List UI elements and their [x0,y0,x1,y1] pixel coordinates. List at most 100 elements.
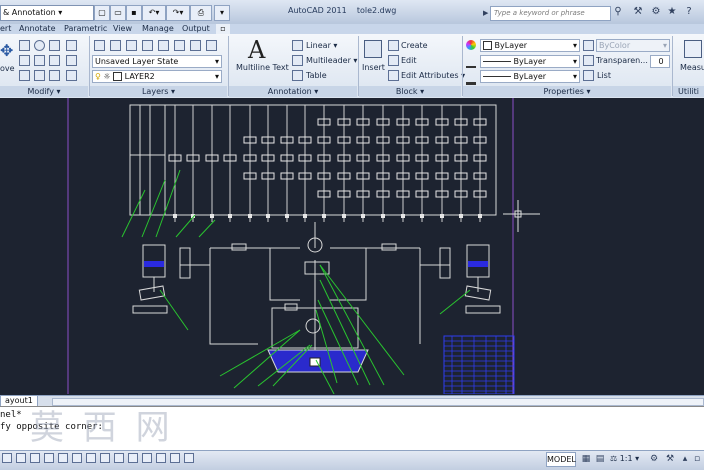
object-snap-tracking-icon[interactable] [100,453,110,463]
edit-block-button[interactable]: Edit [401,56,417,65]
search-icon[interactable]: ⚲ [612,6,624,18]
fillet-icon[interactable] [49,55,60,66]
create-block-icon[interactable] [388,40,399,51]
tab-insert[interactable]: ert [0,24,11,34]
linetype-icon[interactable] [466,56,476,68]
panel-title-utilities[interactable]: Utiliti [673,86,704,97]
dynamic-ucs-icon[interactable] [114,453,124,463]
panel-title-block[interactable]: Block ▾ [359,86,461,97]
rotate-icon[interactable] [19,40,30,51]
transparency-label[interactable]: Transparen... [596,56,648,65]
multileader-icon[interactable] [292,55,303,66]
multiline-text-icon[interactable]: A [248,36,265,64]
workspace-switching-icon[interactable]: ⚒ [664,453,676,465]
tab-parametric[interactable]: Parametric [64,24,107,34]
transparency-icon[interactable] [156,453,166,463]
layer-previous-icon[interactable] [206,40,217,51]
help-icon[interactable]: ? [683,6,695,18]
edit-block-icon[interactable] [388,55,399,66]
ortho-mode-icon[interactable] [44,453,54,463]
workspace-dropdown[interactable]: & Annotation ▾ [0,5,94,21]
redo-icon[interactable]: ↷▾ [166,5,190,21]
mirror-icon[interactable] [34,55,45,66]
erase-icon[interactable] [49,40,60,51]
undo-icon[interactable]: ↶▾ [142,5,166,21]
panel-title-layers[interactable]: Layers ▾ [90,86,227,97]
lineweight-icon[interactable] [142,453,152,463]
3d-object-snap-icon[interactable] [86,453,96,463]
search-input[interactable]: Type a keyword or phrase [490,6,611,21]
lineweight-icon[interactable] [466,72,476,85]
multiline-text-button[interactable]: Multiline Text [236,63,289,72]
color-dropdown[interactable]: ByLayer ▾ [480,39,580,52]
explode-icon[interactable] [66,40,77,51]
layer-properties-icon[interactable] [94,40,105,51]
quick-properties-icon[interactable] [170,453,180,463]
plot-icon[interactable]: ⎙ [190,5,212,21]
linear-dimension-icon[interactable] [292,40,303,51]
selection-cycling-icon[interactable] [184,453,194,463]
polar-tracking-icon[interactable] [58,453,68,463]
array-icon[interactable] [49,70,60,81]
move-icon[interactable]: ✥ [0,38,14,64]
object-snap-icon[interactable] [72,453,82,463]
scale-icon[interactable] [34,70,45,81]
linetype-dropdown[interactable]: ByLayer ▾ [480,55,580,68]
color-wheel-icon[interactable] [466,40,476,50]
layer-match-icon[interactable] [190,40,201,51]
snap-mode-icon[interactable] [16,453,26,463]
layer-state-dropdown[interactable]: Unsaved Layer State ▾ [92,55,222,68]
table-icon[interactable] [292,70,303,81]
infer-constraints-icon[interactable] [2,453,12,463]
transparency-icon[interactable] [583,55,594,66]
annotation-visibility-icon[interactable]: ⚙ [648,453,660,465]
clean-screen-icon[interactable]: ▫ [692,453,702,465]
offset-icon[interactable] [66,70,77,81]
grid-display-icon[interactable] [30,453,40,463]
insert-button[interactable]: Insert [362,63,385,72]
trim-icon[interactable] [34,40,45,51]
panel-title-annotation[interactable]: Annotation ▾ [229,86,357,97]
measure-icon[interactable] [684,40,702,58]
layer-freeze-icon[interactable] [142,40,153,51]
favorites-icon[interactable]: ★ [666,6,678,18]
create-block-button[interactable]: Create [401,41,428,50]
new-icon[interactable]: ▢ [94,5,110,21]
table-button[interactable]: Table [306,71,327,80]
list-button[interactable]: List [597,71,611,80]
lineweight-dropdown[interactable]: ByLayer ▾ [480,70,580,83]
panel-title-modify[interactable]: Modify ▾ [0,86,88,97]
tab-view[interactable]: View [113,24,132,34]
panel-title-properties[interactable]: Properties ▾ [463,86,671,97]
stretch-icon[interactable] [19,70,30,81]
insert-block-icon[interactable] [364,40,382,58]
save-icon[interactable]: ▪ [126,5,142,21]
layer-dropdown[interactable]: ♀ ☼ LAYER2 ▾ [92,70,222,83]
drawing-canvas[interactable] [0,98,704,394]
quick-view-layouts-icon[interactable]: ▦ [580,453,592,465]
list-icon[interactable] [583,70,594,81]
layer-lock-icon[interactable] [174,40,185,51]
layer-isolate-icon[interactable] [126,40,137,51]
polyline-edit-icon[interactable] [66,55,77,66]
copy-icon[interactable] [19,55,30,66]
ribbon-minimize-icon[interactable]: ▫ [216,24,230,34]
subscription-icon[interactable]: ⚒ [632,6,644,18]
tab-annotate[interactable]: Annotate [19,24,56,34]
dynamic-input-icon[interactable] [128,453,138,463]
tab-output[interactable]: Output [182,24,210,34]
lock-icon[interactable]: ▴ [680,453,690,465]
drawing-area[interactable] [0,98,704,394]
quick-access-dropdown-icon[interactable]: ▾ [214,5,230,21]
edit-attributes-icon[interactable] [388,70,399,81]
communication-icon[interactable]: ⚙ [650,6,662,18]
measure-button[interactable]: Measu [680,63,704,72]
search-arrow-icon[interactable]: ▶ [483,9,488,17]
move-label[interactable]: ove [0,64,15,73]
tab-manage[interactable]: Manage [142,24,174,34]
transparency-value[interactable]: 0 [650,55,670,68]
layer-states-icon[interactable] [110,40,121,51]
layer-off-icon[interactable] [158,40,169,51]
quick-view-drawings-icon[interactable]: ▤ [594,453,606,465]
open-icon[interactable]: ▭ [110,5,126,21]
